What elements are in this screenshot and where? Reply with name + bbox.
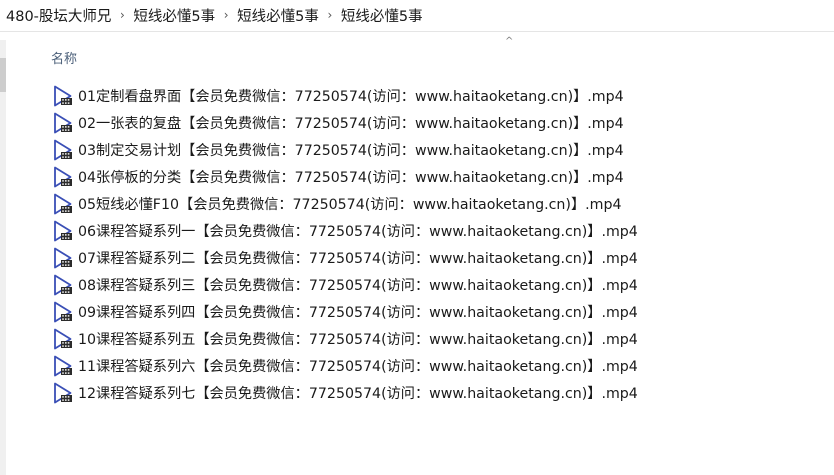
file-row[interactable]: 01定制看盘界面【会员免费微信：77250574(访问：www.haitaoke…: [52, 82, 638, 109]
breadcrumb-item-root[interactable]: 480-股坛大师兄: [6, 5, 111, 26]
file-row[interactable]: 12课程答疑系列七【会员免费微信：77250574(访问：www.haitaok…: [52, 379, 638, 406]
video-file-icon: [52, 220, 74, 242]
file-name: 04张停板的分类【会员免费微信：77250574(访问：www.haitaoke…: [78, 169, 624, 186]
file-name: 05短线必懂F10【会员免费微信：77250574(访问：www.haitaok…: [78, 196, 622, 213]
video-file-icon: [52, 274, 74, 296]
file-row[interactable]: 05短线必懂F10【会员免费微信：77250574(访问：www.haitaok…: [52, 190, 638, 217]
video-file-icon: [52, 193, 74, 215]
chevron-right-icon[interactable]: ›: [215, 8, 237, 22]
video-file-icon: [52, 112, 74, 134]
file-name: 09课程答疑系列四【会员免费微信：77250574(访问：www.haitaok…: [78, 304, 638, 321]
video-file-icon: [52, 355, 74, 377]
navigation-pane-scrollbar[interactable]: [0, 40, 6, 475]
breadcrumb-item-level2[interactable]: 短线必懂5事: [237, 5, 319, 26]
breadcrumb: 480-股坛大师兄 › 短线必懂5事 › 短线必懂5事 › 短线必懂5事: [0, 0, 834, 32]
file-row[interactable]: 04张停板的分类【会员免费微信：77250574(访问：www.haitaoke…: [52, 163, 638, 190]
file-row[interactable]: 11课程答疑系列六【会员免费微信：77250574(访问：www.haitaok…: [52, 352, 638, 379]
file-name: 01定制看盘界面【会员免费微信：77250574(访问：www.haitaoke…: [78, 88, 624, 105]
file-row[interactable]: 06课程答疑系列一【会员免费微信：77250574(访问：www.haitaok…: [52, 217, 638, 244]
video-file-icon: [52, 139, 74, 161]
breadcrumb-item-current[interactable]: 短线必懂5事: [341, 5, 423, 26]
file-name: 12课程答疑系列七【会员免费微信：77250574(访问：www.haitaok…: [78, 385, 638, 402]
video-file-icon: [52, 166, 74, 188]
file-row[interactable]: 02一张表的复盘【会员免费微信：77250574(访问：www.haitaoke…: [52, 109, 638, 136]
chevron-right-icon[interactable]: ›: [319, 8, 341, 22]
video-file-icon: [52, 382, 74, 404]
file-name: 07课程答疑系列二【会员免费微信：77250574(访问：www.haitaok…: [78, 250, 638, 267]
file-name: 08课程答疑系列三【会员免费微信：77250574(访问：www.haitaok…: [78, 277, 638, 294]
video-file-icon: [52, 301, 74, 323]
file-name: 10课程答疑系列五【会员免费微信：77250574(访问：www.haitaok…: [78, 331, 638, 348]
video-file-icon: [52, 328, 74, 350]
file-row[interactable]: 07课程答疑系列二【会员免费微信：77250574(访问：www.haitaok…: [52, 244, 638, 271]
file-row[interactable]: 09课程答疑系列四【会员免费微信：77250574(访问：www.haitaok…: [52, 298, 638, 325]
file-row[interactable]: 03制定交易计划【会员免费微信：77250574(访问：www.haitaoke…: [52, 136, 638, 163]
file-name: 02一张表的复盘【会员免费微信：77250574(访问：www.haitaoke…: [78, 115, 624, 132]
file-name: 06课程答疑系列一【会员免费微信：77250574(访问：www.haitaok…: [78, 223, 638, 240]
column-header-name[interactable]: 名称: [51, 48, 77, 67]
file-list: 01定制看盘界面【会员免费微信：77250574(访问：www.haitaoke…: [52, 82, 638, 406]
video-file-icon: [52, 85, 74, 107]
breadcrumb-item-level1[interactable]: 短线必懂5事: [133, 5, 215, 26]
chevron-right-icon[interactable]: ›: [111, 8, 133, 22]
file-row[interactable]: 10课程答疑系列五【会员免费微信：77250574(访问：www.haitaok…: [52, 325, 638, 352]
video-file-icon: [52, 247, 74, 269]
file-name: 03制定交易计划【会员免费微信：77250574(访问：www.haitaoke…: [78, 142, 624, 159]
file-name: 11课程答疑系列六【会员免费微信：77250574(访问：www.haitaok…: [78, 358, 638, 375]
scrollbar-thumb[interactable]: [0, 58, 6, 92]
file-row[interactable]: 08课程答疑系列三【会员免费微信：77250574(访问：www.haitaok…: [52, 271, 638, 298]
sort-ascending-icon: ^: [505, 36, 514, 47]
